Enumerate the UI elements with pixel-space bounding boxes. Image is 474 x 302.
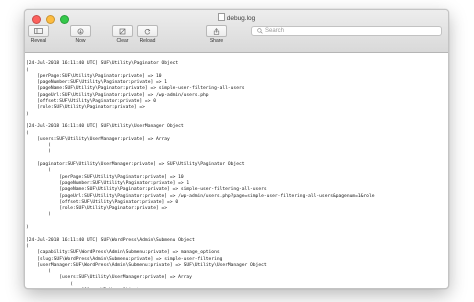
search-field[interactable]: Search xyxy=(251,26,442,36)
reload-label: Reload xyxy=(139,38,156,44)
search-icon xyxy=(257,28,263,34)
jump-to-now-icon xyxy=(77,28,84,34)
sidebar-icon xyxy=(34,28,43,34)
share-button[interactable]: Share xyxy=(206,25,227,44)
clear-icon xyxy=(119,28,126,34)
document-icon xyxy=(217,13,225,21)
reload-button[interactable]: Reload xyxy=(137,25,158,44)
now-label: Now xyxy=(75,38,86,44)
console-window: debug.log Reveal Now Clear Reload Share … xyxy=(24,9,449,289)
clear-label: Clear xyxy=(116,38,129,44)
reveal-label: Reveal xyxy=(30,38,47,44)
reload-icon xyxy=(144,28,151,34)
search-placeholder: Search xyxy=(265,28,285,34)
clear-button[interactable]: Clear xyxy=(112,25,133,44)
reveal-button[interactable]: Reveal xyxy=(28,25,49,44)
titlebar: debug.log Reveal Now Clear Reload Share … xyxy=(25,10,448,53)
share-label: Share xyxy=(209,38,224,44)
log-content-area[interactable]: [24-Jul-2018 16:11:40 UTC] SUF\Utility\P… xyxy=(25,53,448,288)
window-title: debug.log xyxy=(25,13,448,22)
now-button[interactable]: Now xyxy=(70,25,91,44)
window-title-text: debug.log xyxy=(226,15,256,22)
log-text: [24-Jul-2018 16:11:40 UTC] SUF\Utility\P… xyxy=(26,61,375,288)
share-icon xyxy=(213,27,220,35)
